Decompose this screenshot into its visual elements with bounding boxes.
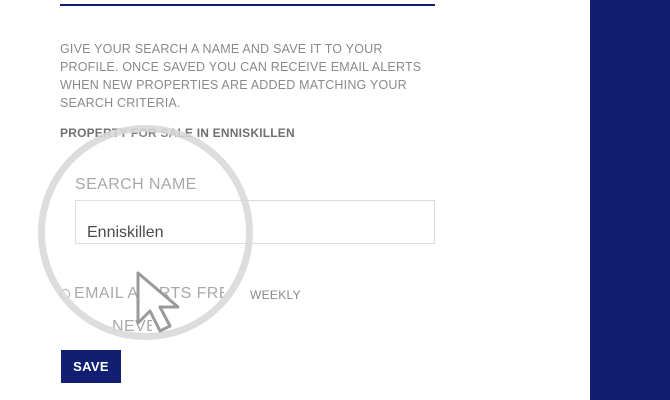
search-name-label: SEARCH NAME [75,176,197,193]
save-button[interactable]: SAVE [61,350,121,383]
radio-weekly-label: WEEKLY [250,288,301,302]
radio-email-label: EMAIL ALERTS FREQUENCY [74,285,224,302]
top-divider [60,4,435,6]
intro-text: Give your search a name and save it to y… [60,42,422,110]
search-name-value: Enniskillen [87,224,164,241]
radio-never-label: NEVER [112,318,152,332]
search-title: PROPERTY FOR SALE IN ENNISKILLEN [60,126,295,140]
side-panel [590,0,670,400]
radio-button[interactable] [60,289,70,299]
